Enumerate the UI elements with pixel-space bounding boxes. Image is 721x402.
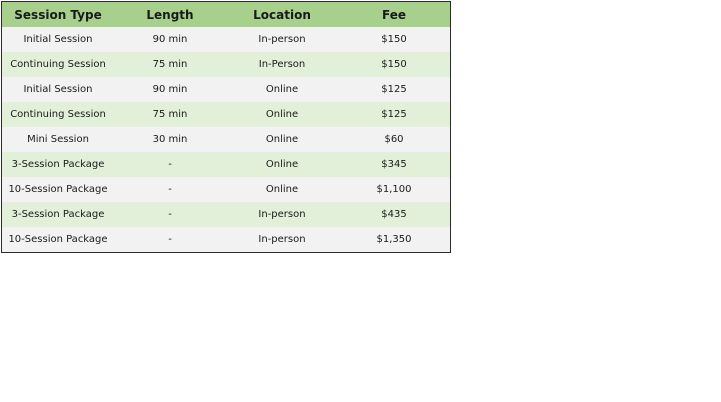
cell-session-type: Continuing Session (10, 59, 106, 70)
table-body: Initial Session 90 min In-person $150 Co… (2, 27, 450, 252)
cell-location: Online (265, 109, 299, 120)
header-length: Length (146, 7, 194, 22)
cell-length: 90 min (152, 84, 188, 95)
cell-session-type: Continuing Session (10, 109, 106, 120)
cell-length: 90 min (152, 34, 188, 45)
cell-fee: $1,350 (376, 234, 412, 245)
cell-location: In-person (258, 209, 306, 220)
cell-location: Online (265, 184, 299, 195)
cell-location: Online (265, 159, 299, 170)
table-row: Mini Session 30 min Online $60 (2, 127, 450, 152)
cell-length: - (168, 209, 172, 220)
header-location: Location (253, 7, 311, 22)
cell-fee: $150 (381, 59, 407, 70)
table-row: 10-Session Package - Online $1,100 (2, 177, 450, 202)
fee-table: Session Type Length Location Fee Initial… (2, 2, 450, 252)
table-row: Continuing Session 75 min In-Person $150 (2, 52, 450, 77)
table-row: Initial Session 90 min In-person $150 (2, 27, 450, 52)
table-row: Initial Session 90 min Online $125 (2, 77, 450, 102)
cell-fee: $435 (381, 209, 407, 220)
cell-length: - (168, 184, 172, 195)
cell-session-type: Mini Session (27, 134, 89, 145)
cell-session-type: 10-Session Package (8, 234, 108, 245)
cell-length: - (168, 234, 172, 245)
cell-fee: $150 (381, 34, 407, 45)
table-row: Continuing Session 75 min Online $125 (2, 102, 450, 127)
cell-fee: $125 (381, 84, 407, 95)
cell-location: In-person (258, 34, 306, 45)
cell-session-type: 3-Session Package (11, 159, 105, 170)
cell-fee: $345 (381, 159, 407, 170)
cell-session-type: Initial Session (23, 84, 93, 95)
header-session-type: Session Type (14, 7, 102, 22)
cell-length: 75 min (152, 59, 188, 70)
cell-length: - (168, 159, 172, 170)
cell-location: In-Person (258, 59, 306, 70)
cell-session-type: 10-Session Package (8, 184, 108, 195)
cell-fee: $1,100 (376, 184, 412, 195)
table-row: 10-Session Package - In-person $1,350 (2, 227, 450, 252)
cell-length: 30 min (152, 134, 188, 145)
session-fee-table: Session Type Length Location Fee Initial… (1, 1, 451, 253)
cell-location: Online (265, 84, 299, 95)
cell-fee: $60 (384, 134, 404, 145)
table-row: 3-Session Package - Online $345 (2, 152, 450, 177)
cell-session-type: 3-Session Package (11, 209, 105, 220)
cell-fee: $125 (381, 109, 407, 120)
cell-session-type: Initial Session (23, 34, 93, 45)
header-fee: Fee (382, 7, 406, 22)
cell-length: 75 min (152, 109, 188, 120)
table-row: 3-Session Package - In-person $435 (2, 202, 450, 227)
table-header: Session Type Length Location Fee (2, 2, 450, 27)
cell-location: Online (265, 134, 299, 145)
cell-location: In-person (258, 234, 306, 245)
header-row: Session Type Length Location Fee (2, 2, 450, 27)
